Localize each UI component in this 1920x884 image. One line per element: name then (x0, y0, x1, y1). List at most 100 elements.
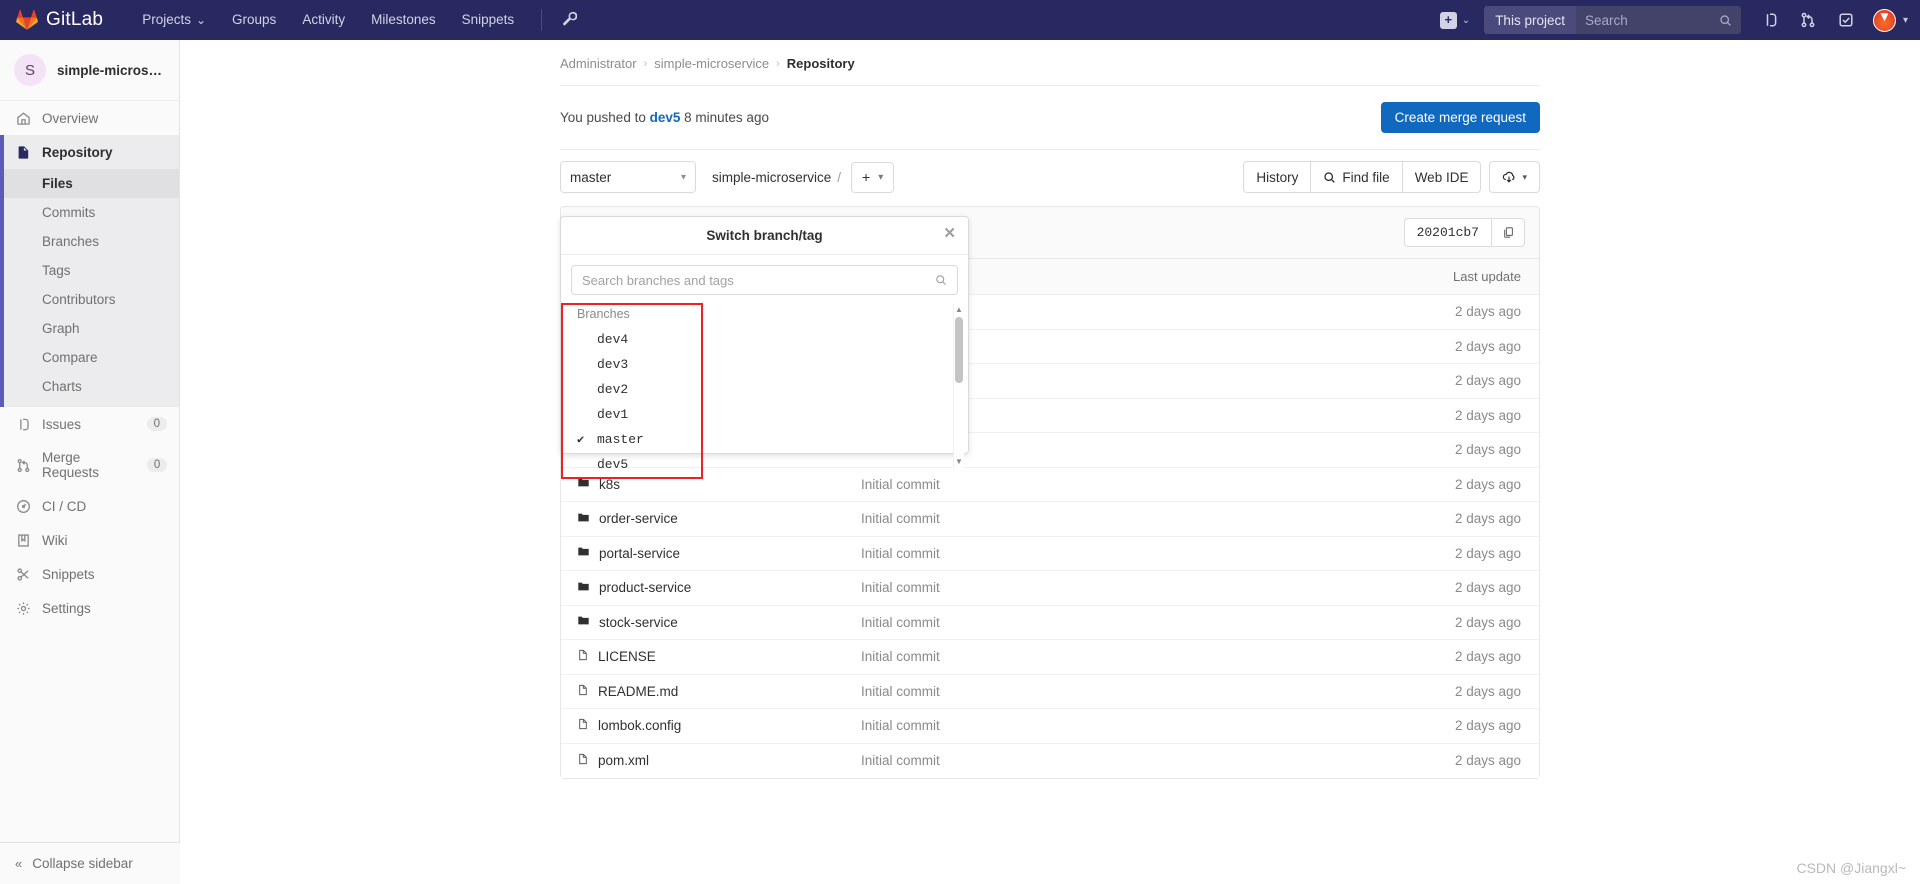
file-name-cell[interactable]: product-service (561, 580, 861, 596)
file-name-cell[interactable]: k8s (561, 476, 861, 492)
gear-icon (15, 600, 31, 616)
sidebar-item-settings-label: Settings (42, 600, 91, 616)
top-nav-projects[interactable]: Projects ⌄ (129, 0, 219, 40)
dropdown-search-wrapper: Search branches and tags (561, 255, 968, 303)
search-scope-this-project[interactable]: This project (1484, 6, 1576, 34)
branch-option-dev1[interactable]: dev1 (561, 402, 968, 427)
todos-icon[interactable] (1827, 12, 1865, 28)
sidebar-item-merge-requests[interactable]: Merge Requests 0 (0, 441, 179, 489)
sidebar-item-snippets[interactable]: Snippets (0, 557, 179, 591)
breadcrumb-owner[interactable]: Administrator (560, 56, 637, 71)
file-name: stock-service (599, 614, 678, 630)
top-nav-milestones[interactable]: Milestones (358, 0, 449, 40)
sidebar-subitem-files[interactable]: Files (0, 169, 179, 198)
sidebar-item-repository[interactable]: Repository (0, 135, 179, 169)
branch-option-label: dev1 (597, 407, 629, 422)
file-name-cell[interactable]: pom.xml (561, 753, 861, 768)
wrench-icon[interactable] (556, 11, 583, 30)
table-row[interactable]: stock-service Initial commit 2 days ago (561, 605, 1539, 640)
push-branch-link[interactable]: dev5 (650, 110, 681, 125)
commit-message: Initial commit (861, 649, 940, 665)
sidebar-item-wiki[interactable]: Wiki (0, 523, 179, 557)
branch-option-dev4[interactable]: dev4 (561, 327, 968, 352)
web-ide-button[interactable]: Web IDE (1401, 161, 1482, 193)
file-name-cell[interactable]: portal-service (561, 545, 861, 561)
close-icon[interactable]: ✕ (943, 226, 956, 241)
file-name-cell[interactable]: LICENSE (561, 649, 861, 664)
sidebar-subitem-tags[interactable]: Tags (0, 256, 179, 285)
breadcrumb-project[interactable]: simple-microservice (654, 56, 769, 71)
search-icon (936, 275, 946, 285)
sidebar-item-merge-requests-label: Merge Requests (42, 450, 100, 480)
table-row[interactable]: product-service Initial commit 2 days ag… (561, 571, 1539, 606)
path-separator: / (837, 169, 842, 185)
download-source-button[interactable]: ▾ (1489, 161, 1540, 193)
folder-icon (577, 511, 590, 527)
top-nav-snippets[interactable]: Snippets (449, 0, 528, 40)
chevron-down-icon[interactable]: ▾ (1903, 15, 1908, 26)
branch-selector-dropdown[interactable]: master ▾ (560, 161, 696, 193)
branch-search-input[interactable]: Search branches and tags (571, 265, 958, 295)
sidebar-item-overview[interactable]: Overview (0, 101, 179, 135)
scroll-up-icon[interactable]: ▲ (955, 305, 963, 314)
plus-icon: + (862, 169, 871, 185)
branch-option-master[interactable]: ✔ master (561, 427, 968, 452)
user-avatar[interactable] (1872, 8, 1896, 32)
collapse-sidebar-button[interactable]: « Collapse sidebar (0, 842, 180, 884)
sidebar-subitem-graph[interactable]: Graph (0, 314, 179, 343)
merge-request-icon[interactable] (1789, 12, 1827, 28)
commit-sha[interactable]: 20201cb7 (1403, 218, 1491, 247)
table-row[interactable]: pom.xml Initial commit 2 days ago (561, 743, 1539, 778)
issues-icon[interactable] (1751, 12, 1789, 28)
table-row[interactable]: README.md Initial commit 2 days ago (561, 674, 1539, 709)
global-search-input[interactable]: Search (1575, 6, 1741, 34)
table-row[interactable]: order-service Initial commit 2 days ago (561, 502, 1539, 537)
sidebar-subitem-commits[interactable]: Commits (0, 198, 179, 227)
table-row[interactable]: lombok.config Initial commit 2 days ago (561, 709, 1539, 744)
chevron-down-icon: ▾ (1522, 171, 1527, 182)
top-nav-groups[interactable]: Groups (219, 0, 289, 40)
file-name-cell[interactable]: lombok.config (561, 718, 861, 733)
sidebar-item-snippets-label: Snippets (42, 566, 95, 582)
sidebar-item-ci-cd[interactable]: CI / CD (0, 489, 179, 523)
sidebar-item-issues[interactable]: Issues 0 (0, 407, 179, 441)
branch-option-dev2[interactable]: dev2 (561, 377, 968, 402)
last-update: 2 days ago (1454, 511, 1521, 527)
scroll-down-icon[interactable]: ▼ (955, 457, 963, 466)
add-to-repository-button[interactable]: + ▾ (851, 161, 895, 193)
branch-option-dev3[interactable]: dev3 (561, 352, 968, 377)
top-nav-activity[interactable]: Activity (289, 0, 358, 40)
last-update: 2 days ago (1454, 580, 1521, 596)
find-file-button[interactable]: Find file (1310, 161, 1403, 193)
create-merge-request-button[interactable]: Create merge request (1380, 102, 1540, 133)
sidebar-item-wiki-label: Wiki (42, 532, 68, 548)
branch-group-label: Branches (577, 307, 630, 321)
file-name-cell[interactable]: README.md (561, 684, 861, 699)
global-search-placeholder: Search (1584, 12, 1628, 28)
path-project-link[interactable]: simple-microservice (712, 170, 831, 185)
copy-icon[interactable] (1491, 218, 1525, 247)
branch-selector-value: master (570, 169, 612, 185)
sidebar-subitem-branches[interactable]: Branches (0, 227, 179, 256)
file-name: product-service (599, 580, 692, 596)
sidebar-subitem-compare[interactable]: Compare (0, 343, 179, 372)
table-row[interactable]: k8s Initial commit 2 days ago (561, 467, 1539, 502)
double-chevron-left-icon: « (15, 856, 23, 871)
sidebar-item-settings[interactable]: Settings (0, 591, 179, 625)
sidebar-subitem-charts[interactable]: Charts (0, 372, 179, 401)
switch-branch-tag-dropdown[interactable]: Switch branch/tag ✕ Search branches and … (560, 216, 969, 479)
history-button[interactable]: History (1243, 161, 1312, 193)
sidebar-project-header[interactable]: S simple-microservice (0, 40, 179, 101)
branch-search-placeholder: Search branches and tags (582, 272, 734, 288)
last-update: 2 days ago (1454, 718, 1521, 734)
branch-option-dev5[interactable]: dev5 (561, 452, 968, 468)
file-name-cell[interactable]: order-service (561, 511, 861, 527)
commit-message: Initial commit (861, 545, 940, 561)
gitlab-logo[interactable]: GitLab (16, 9, 103, 31)
table-row[interactable]: LICENSE Initial commit 2 days ago (561, 640, 1539, 675)
file-name-cell[interactable]: stock-service (561, 614, 861, 630)
sidebar-subitem-contributors[interactable]: Contributors (0, 285, 179, 314)
new-item-button[interactable]: + ⌄ (1432, 11, 1478, 29)
scrollbar-thumb[interactable] (955, 317, 963, 383)
table-row[interactable]: portal-service Initial commit 2 days ago (561, 536, 1539, 571)
